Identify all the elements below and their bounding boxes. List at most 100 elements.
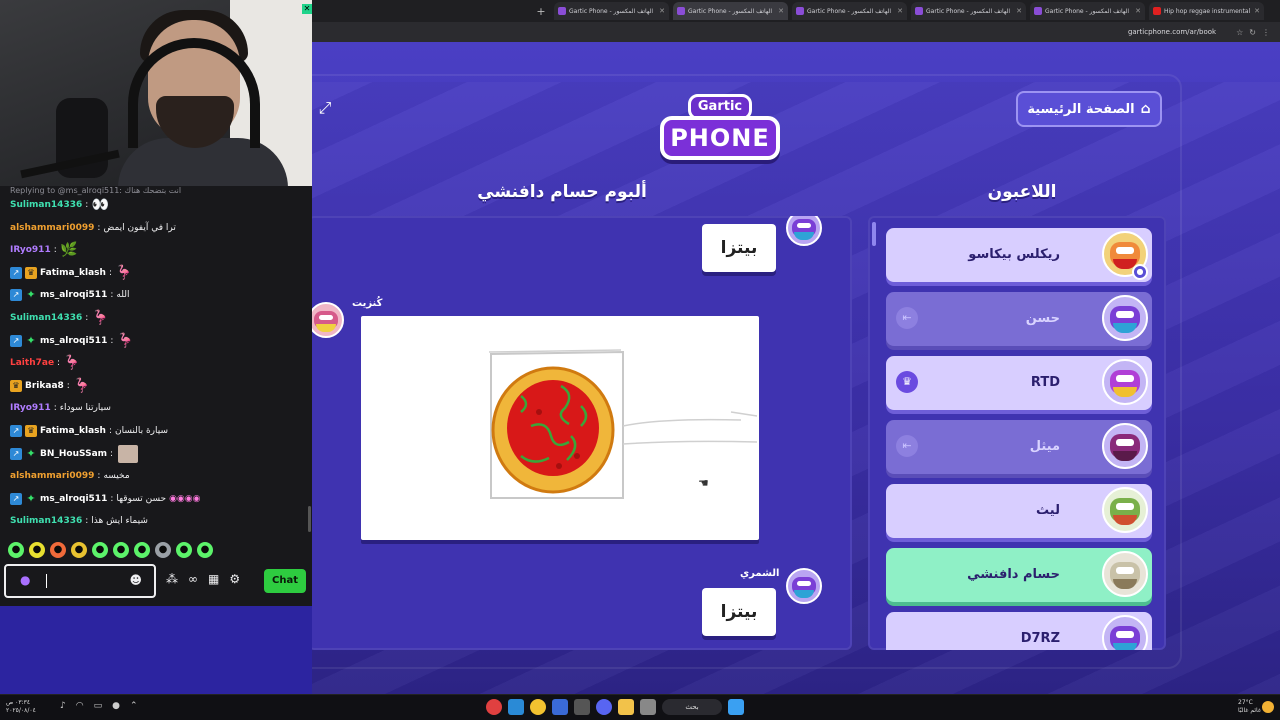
stream-chat[interactable]: Replying to @ms_alroqi511: انت بتضحك هنا… bbox=[0, 186, 312, 606]
discord-icon[interactable] bbox=[596, 699, 612, 715]
chat-username[interactable]: BN_HouSSam bbox=[40, 449, 107, 459]
player-avatar bbox=[1102, 615, 1148, 650]
emote-icon[interactable]: ● bbox=[197, 542, 213, 558]
emote-icon[interactable]: ● bbox=[155, 542, 171, 558]
emote-icon[interactable]: ● bbox=[176, 542, 192, 558]
refresh-icon[interactable]: ↻ bbox=[1249, 28, 1256, 37]
mic-icon[interactable]: ● bbox=[20, 573, 30, 589]
emote-icon[interactable]: ● bbox=[71, 542, 87, 558]
chat-username[interactable]: Fatima_klash bbox=[40, 268, 106, 278]
chat-input[interactable]: ● ☻ bbox=[4, 564, 156, 598]
store-icon[interactable]: ▦ bbox=[208, 572, 219, 586]
chat-emote-icon: ◉◉◉◉ bbox=[169, 493, 201, 504]
chat-colon: : bbox=[97, 222, 101, 233]
sub-badge-icon[interactable]: ♛ bbox=[25, 266, 37, 279]
player-row[interactable]: D7RZ bbox=[886, 612, 1152, 650]
chat-username[interactable]: ms_alroqi511 bbox=[40, 290, 107, 300]
new-tab-button[interactable]: + bbox=[532, 5, 550, 18]
browser-tab[interactable]: Gartic Phone - الهاتف المكسور ✕ bbox=[1030, 2, 1145, 20]
prime-badge-icon[interactable]: ↗ bbox=[10, 266, 22, 279]
browser-tab[interactable]: Gartic Phone - الهاتف المكسور ✕ bbox=[911, 2, 1026, 20]
chat-username[interactable]: Fatima_klash bbox=[40, 426, 106, 436]
windows-start-icon[interactable] bbox=[728, 699, 744, 715]
home-button[interactable]: الصفحة الرئيسية ⌂ bbox=[1016, 91, 1162, 127]
chat-send-button[interactable]: Chat bbox=[264, 569, 306, 593]
close-tab-icon[interactable]: ✕ bbox=[1254, 7, 1260, 15]
taskbar-search[interactable]: بحث bbox=[662, 699, 722, 715]
chat-colon: : bbox=[108, 267, 112, 278]
players-panel[interactable]: ريكلس بيكاسو ● ⇤ حسن ♛ RTD ⇤ ميثل ليث حس… bbox=[868, 216, 1166, 650]
chat-username[interactable]: ms_alroqi511 bbox=[40, 494, 107, 504]
close-tab-icon[interactable]: ✕ bbox=[778, 7, 784, 15]
url-text[interactable]: garticphone.com/ar/book bbox=[1128, 28, 1216, 36]
chat-username[interactable]: alshammari0099 bbox=[10, 471, 94, 481]
close-tab-icon[interactable]: ✕ bbox=[897, 7, 903, 15]
prime-badge-icon[interactable]: ↗ bbox=[10, 334, 22, 347]
close-tab-icon[interactable]: ✕ bbox=[1016, 7, 1022, 15]
browser-tab[interactable]: Hip hop reggae instrumental ✕ bbox=[1149, 2, 1264, 20]
emote-icon[interactable]: ● bbox=[92, 542, 108, 558]
weather-widget[interactable]: 27°C غائم غالبًا bbox=[1238, 699, 1261, 715]
vip-badge-icon[interactable]: ✦ bbox=[25, 289, 37, 301]
player-row[interactable]: ليث bbox=[886, 484, 1152, 538]
vip-badge-icon[interactable]: ✦ bbox=[25, 334, 37, 347]
chat-username[interactable]: IRyo911 bbox=[10, 245, 51, 255]
address-bar[interactable]: garticphone.com/ar/book ☆ ↻ ⋮ bbox=[312, 22, 1280, 42]
player-row[interactable]: ⇤ حسن bbox=[886, 292, 1152, 346]
prime-badge-icon[interactable]: ↗ bbox=[10, 492, 22, 505]
sub-badge-icon[interactable]: ♛ bbox=[10, 379, 22, 392]
menu-icon[interactable]: ⋮ bbox=[1262, 28, 1270, 37]
players-scrollbar[interactable] bbox=[872, 222, 876, 246]
chat-username[interactable]: Suliman14336 bbox=[10, 516, 82, 526]
emote-icon[interactable]: ● bbox=[8, 542, 24, 558]
close-tab-icon[interactable]: ✕ bbox=[1135, 7, 1141, 15]
player-row[interactable]: ♛ RTD bbox=[886, 356, 1152, 410]
emote-icon[interactable]: ● bbox=[134, 542, 150, 558]
emote-icon[interactable]: ● bbox=[113, 542, 129, 558]
folder-icon[interactable] bbox=[618, 699, 634, 715]
mic-tray-icon[interactable]: ● bbox=[112, 701, 120, 711]
bookmark-icon[interactable]: ☆ bbox=[1236, 28, 1243, 37]
sub-badge-icon[interactable]: ♛ bbox=[25, 425, 37, 437]
app-icon[interactable] bbox=[508, 699, 524, 715]
app-icon[interactable] bbox=[486, 699, 502, 715]
fullscreen-icon[interactable]: ⤢ bbox=[315, 98, 335, 118]
album-panel[interactable]: بيتزا كُنزيت الشمري بيتزا bbox=[312, 216, 852, 650]
chevron-up-icon[interactable]: ⌃ bbox=[130, 701, 138, 711]
chat-username[interactable]: ms_alroqi511 bbox=[40, 336, 107, 346]
emote-icon[interactable]: ● bbox=[29, 542, 45, 558]
browser-tab[interactable]: Gartic Phone - الهاتف المكسور ✕ bbox=[792, 2, 907, 20]
vip-badge-icon[interactable]: ✦ bbox=[25, 447, 37, 460]
settings-gear-icon[interactable]: ⚙ bbox=[229, 572, 240, 586]
close-tab-icon[interactable]: ✕ bbox=[659, 7, 665, 15]
chrome-icon[interactable] bbox=[530, 699, 546, 715]
app-icon[interactable] bbox=[574, 699, 590, 715]
emote-picker-icon[interactable]: ☻ bbox=[129, 573, 142, 587]
player-row-current[interactable]: حسام دافنشي bbox=[886, 548, 1152, 602]
prime-badge-icon[interactable]: ↗ bbox=[10, 289, 22, 302]
prime-badge-icon[interactable]: ↗ bbox=[10, 447, 22, 460]
chat-username[interactable]: IRyo911 bbox=[10, 403, 51, 413]
chat-username[interactable]: Laith7ae bbox=[10, 358, 54, 368]
chat-username[interactable]: alshammari0099 bbox=[10, 223, 94, 233]
wifi-icon[interactable]: ◠ bbox=[76, 701, 84, 711]
prime-badge-icon[interactable]: ↗ bbox=[10, 425, 22, 437]
vip-badge-icon[interactable]: ✦ bbox=[25, 492, 37, 505]
volume-icon[interactable]: ♪ bbox=[60, 701, 66, 711]
close-icon[interactable]: ✕ bbox=[302, 4, 312, 14]
chat-username[interactable]: Brikaa8 bbox=[25, 381, 64, 391]
browser-tab[interactable]: Gartic Phone - الهاتف المكسور ✕ bbox=[554, 2, 669, 20]
bits-icon[interactable]: ⁂ bbox=[166, 572, 178, 586]
app-icon[interactable] bbox=[640, 699, 656, 715]
battery-icon[interactable]: ▭ bbox=[94, 701, 103, 711]
app-icon[interactable] bbox=[552, 699, 568, 715]
clock[interactable]: ٠٣:٣٤ ص ٢٠٢٥/٠٨/٠٤ bbox=[6, 699, 36, 715]
infinity-icon[interactable]: ∞ bbox=[188, 572, 198, 586]
chat-scrollbar[interactable] bbox=[308, 506, 311, 532]
player-row[interactable]: ⇤ ميثل bbox=[886, 420, 1152, 474]
chat-username[interactable]: Suliman14336 bbox=[10, 200, 82, 210]
browser-tab-active[interactable]: Gartic Phone - الهاتف المكسور ✕ bbox=[673, 2, 788, 20]
chat-username[interactable]: Suliman14336 bbox=[10, 313, 82, 323]
player-row[interactable]: ريكلس بيكاسو ● bbox=[886, 228, 1152, 282]
emote-icon[interactable]: ● bbox=[50, 542, 66, 558]
